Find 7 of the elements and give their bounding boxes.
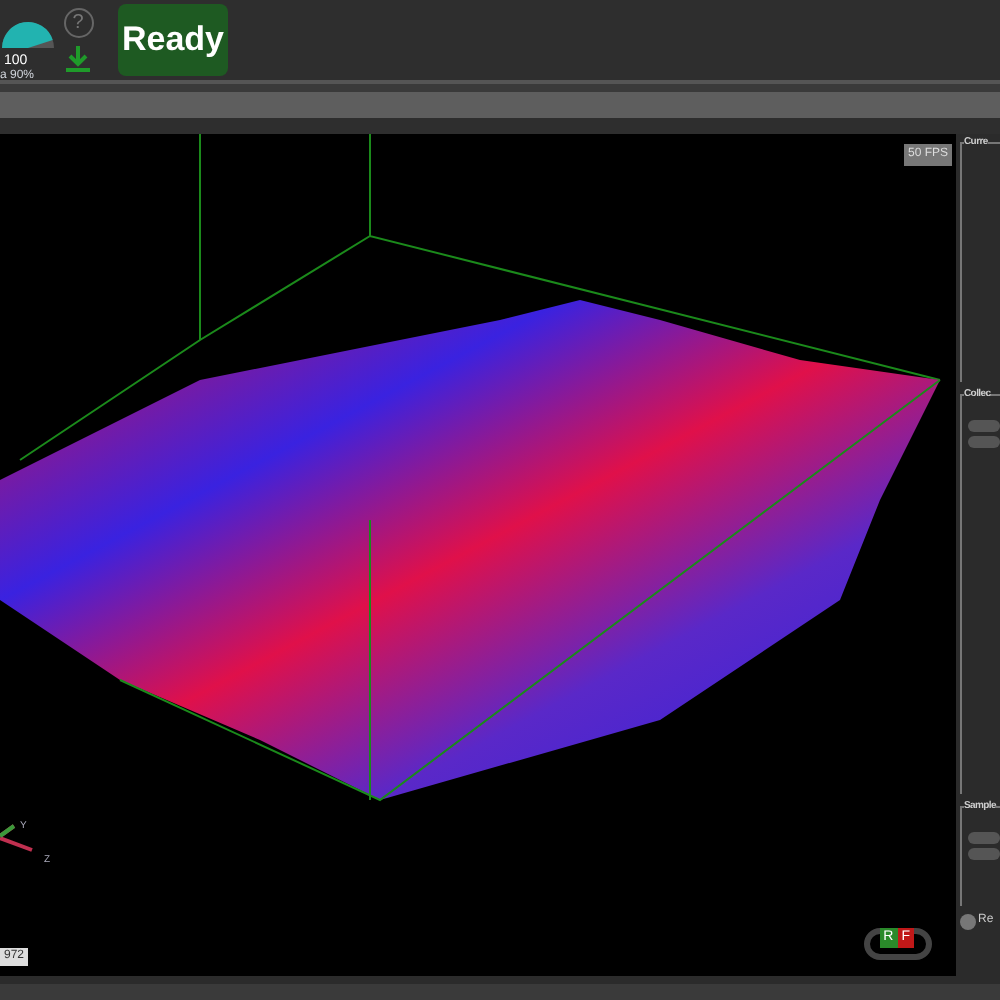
panel-control[interactable] bbox=[968, 848, 1000, 860]
status-button[interactable]: Ready bbox=[118, 4, 228, 76]
expand-icon[interactable] bbox=[960, 913, 976, 929]
panel-control[interactable] bbox=[968, 832, 1000, 844]
panel-control[interactable] bbox=[968, 420, 1000, 432]
panel-control[interactable] bbox=[968, 436, 1000, 448]
download-icon[interactable] bbox=[64, 44, 92, 72]
